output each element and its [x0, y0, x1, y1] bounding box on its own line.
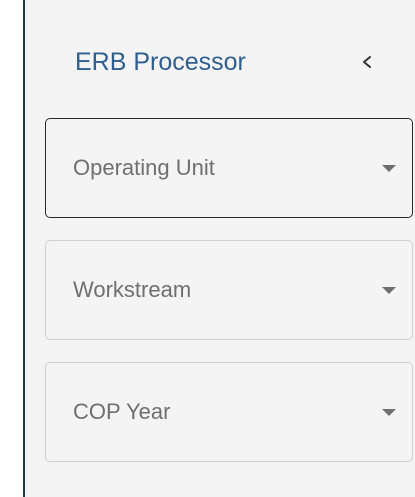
cop-year-select-label: COP Year [73, 399, 171, 424]
workstream-select[interactable]: Workstream [45, 240, 413, 340]
operating-unit-select[interactable]: Operating Unit [45, 118, 413, 218]
app-title: ERB Processor [75, 48, 246, 76]
dropdown-caret-icon [382, 287, 396, 294]
collapse-sidebar-button[interactable] [353, 48, 381, 76]
dropdown-caret-icon [382, 165, 396, 172]
workstream-select-label: Workstream [73, 277, 192, 302]
chevron-left-icon [363, 56, 371, 68]
dropdown-caret-icon [382, 409, 396, 416]
cop-year-select[interactable]: COP Year [45, 362, 413, 462]
sidebar-header: ERB Processor [25, 42, 415, 82]
sidebar-panel: ERB Processor Operating Unit Workstream … [25, 0, 415, 497]
operating-unit-select-label: Operating Unit [73, 155, 215, 180]
